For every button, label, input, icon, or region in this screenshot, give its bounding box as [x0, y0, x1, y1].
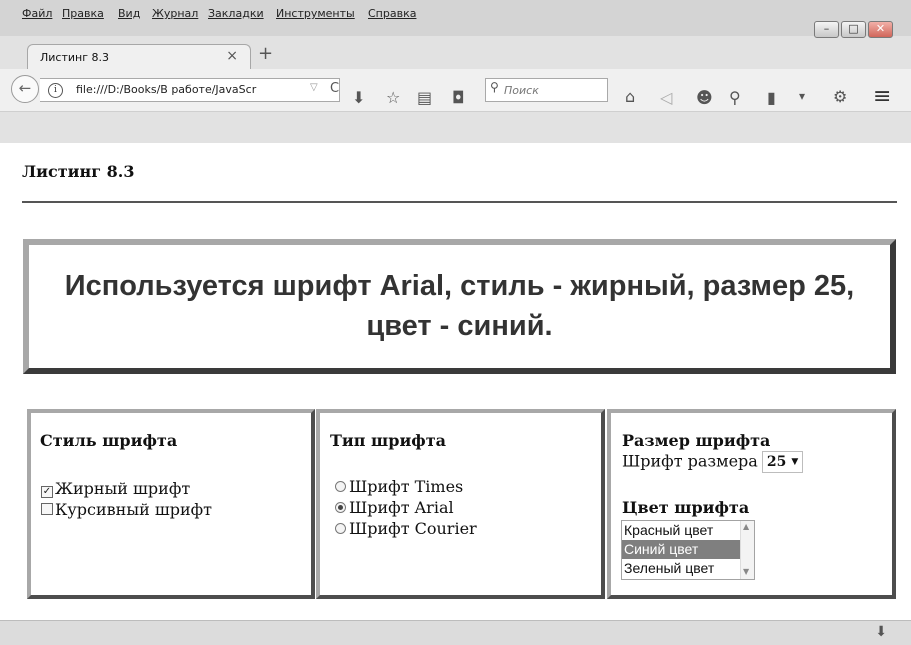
- tab-title: Листинг 8.3: [40, 51, 109, 64]
- bold-option[interactable]: ✓ Жирный шрифт: [41, 479, 190, 498]
- font-size-panel: Размер шрифта Шрифт размера 25 ▼ Цвет шриф…: [607, 409, 896, 599]
- home-icon[interactable]: ⌂: [625, 87, 635, 106]
- times-option[interactable]: Шрифт Times: [335, 477, 463, 496]
- bold-checkbox[interactable]: ✓: [41, 486, 53, 498]
- menu-bookmarks[interactable]: Закладки: [208, 7, 264, 20]
- size-row: Шрифт размера 25 ▼: [622, 451, 804, 473]
- url-dropdown-icon[interactable]: ▽: [310, 82, 318, 93]
- color-option-green[interactable]: Зеленый цвет: [622, 559, 754, 578]
- listbox-scrollbar[interactable]: ▲ ▼: [740, 521, 754, 579]
- page-content: Листинг 8.3 Используется шрифт Arial, ст…: [0, 143, 911, 620]
- search-icon: ⚲: [490, 80, 499, 94]
- menu-history[interactable]: Журнал: [152, 7, 198, 20]
- menu-edit[interactable]: Правка: [62, 7, 104, 20]
- search-box[interactable]: ⚲: [485, 78, 608, 102]
- italic-checkbox[interactable]: [41, 503, 53, 515]
- minimize-button[interactable]: –: [814, 21, 839, 38]
- tab-strip: Листинг 8.3 × +: [0, 40, 911, 71]
- font-style-title: Стиль шрифта: [40, 431, 178, 450]
- arial-option[interactable]: Шрифт Arial: [335, 498, 454, 517]
- back-icon[interactable]: ←: [11, 75, 39, 103]
- size-value: 25: [766, 454, 787, 470]
- close-window-button[interactable]: ✕: [868, 21, 893, 38]
- scroll-up-icon[interactable]: ▲: [743, 522, 749, 531]
- bold-label: Жирный шрифт: [55, 479, 191, 498]
- arial-radio[interactable]: [335, 502, 346, 513]
- color-listbox[interactable]: Красный цвет Синий цвет Зеленый цвет ▲ ▼: [621, 520, 755, 580]
- menu-help[interactable]: Справка: [368, 7, 416, 20]
- font-color-title: Цвет шрифта: [622, 498, 750, 517]
- search-input[interactable]: [504, 83, 604, 97]
- size-label: Шрифт размера: [622, 451, 758, 471]
- status-bar: ⬇: [0, 620, 911, 645]
- page-title: Листинг 8.3: [22, 162, 135, 181]
- url-bar[interactable]: i file:///D:/Books/В работе/JavaScr ▽ C: [40, 78, 340, 102]
- send-icon[interactable]: ◁: [660, 88, 672, 107]
- clipboard-icon[interactable]: ▮: [767, 88, 776, 107]
- hamburger-menu-icon[interactable]: ≡: [873, 84, 891, 109]
- times-radio[interactable]: [335, 481, 346, 492]
- color-option-red[interactable]: Красный цвет: [622, 521, 754, 540]
- download-arrow-icon[interactable]: ⬇: [875, 624, 887, 640]
- addon-icon[interactable]: ⚲: [729, 88, 741, 107]
- demo-text: Используется шрифт Arial, стиль - жирный…: [64, 270, 855, 342]
- font-type-panel: Тип шрифта Шрифт Times Шрифт Arial Шрифт…: [316, 409, 605, 599]
- font-type-title: Тип шрифта: [330, 431, 447, 450]
- italic-label: Курсивный шрифт: [55, 500, 212, 519]
- demo-text-box: Используется шрифт Arial, стиль - жирный…: [23, 239, 896, 374]
- divider: [22, 201, 897, 203]
- chevron-down-icon: ▼: [791, 457, 799, 467]
- new-tab-icon[interactable]: +: [258, 43, 273, 64]
- browser-chrome: Файл Правка Вид Журнал Закладки Инструме…: [0, 0, 911, 143]
- reload-icon[interactable]: C: [330, 81, 339, 96]
- menu-bar: Файл Правка Вид Журнал Закладки Инструме…: [0, 0, 911, 36]
- menu-tools[interactable]: Инструменты: [276, 7, 355, 20]
- bookmarks-library-icon[interactable]: ▤: [417, 88, 432, 107]
- downloads-icon[interactable]: ⬇: [352, 88, 365, 107]
- dropdown-icon[interactable]: ▾: [799, 89, 805, 103]
- maximize-button[interactable]: □: [841, 21, 866, 38]
- palette-icon[interactable]: ⚙: [833, 87, 847, 106]
- arial-label: Шрифт Arial: [349, 498, 454, 517]
- url-text[interactable]: file:///D:/Books/В работе/JavaScr: [76, 83, 256, 96]
- courier-label: Шрифт Courier: [349, 519, 477, 538]
- size-select[interactable]: 25 ▼: [761, 451, 804, 473]
- tab-listing[interactable]: Листинг 8.3 ×: [27, 44, 251, 71]
- italic-option[interactable]: Курсивный шрифт: [41, 500, 212, 519]
- font-style-panel: Стиль шрифта ✓ Жирный шрифт Курсивный шри…: [27, 409, 315, 599]
- chat-icon[interactable]: ☻: [696, 88, 713, 107]
- bookmark-star-icon[interactable]: ☆: [386, 88, 400, 107]
- close-tab-icon[interactable]: ×: [226, 48, 238, 64]
- font-size-title: Размер шрифта: [622, 431, 771, 450]
- times-label: Шрифт Times: [349, 477, 464, 496]
- courier-radio[interactable]: [335, 523, 346, 534]
- courier-option[interactable]: Шрифт Courier: [335, 519, 477, 538]
- menu-view[interactable]: Вид: [118, 7, 140, 20]
- scroll-down-icon[interactable]: ▼: [743, 567, 749, 576]
- menu-file[interactable]: Файл: [22, 7, 52, 20]
- pocket-icon[interactable]: ◘: [452, 88, 465, 107]
- color-option-blue[interactable]: Синий цвет: [622, 540, 754, 559]
- info-icon[interactable]: i: [48, 83, 63, 98]
